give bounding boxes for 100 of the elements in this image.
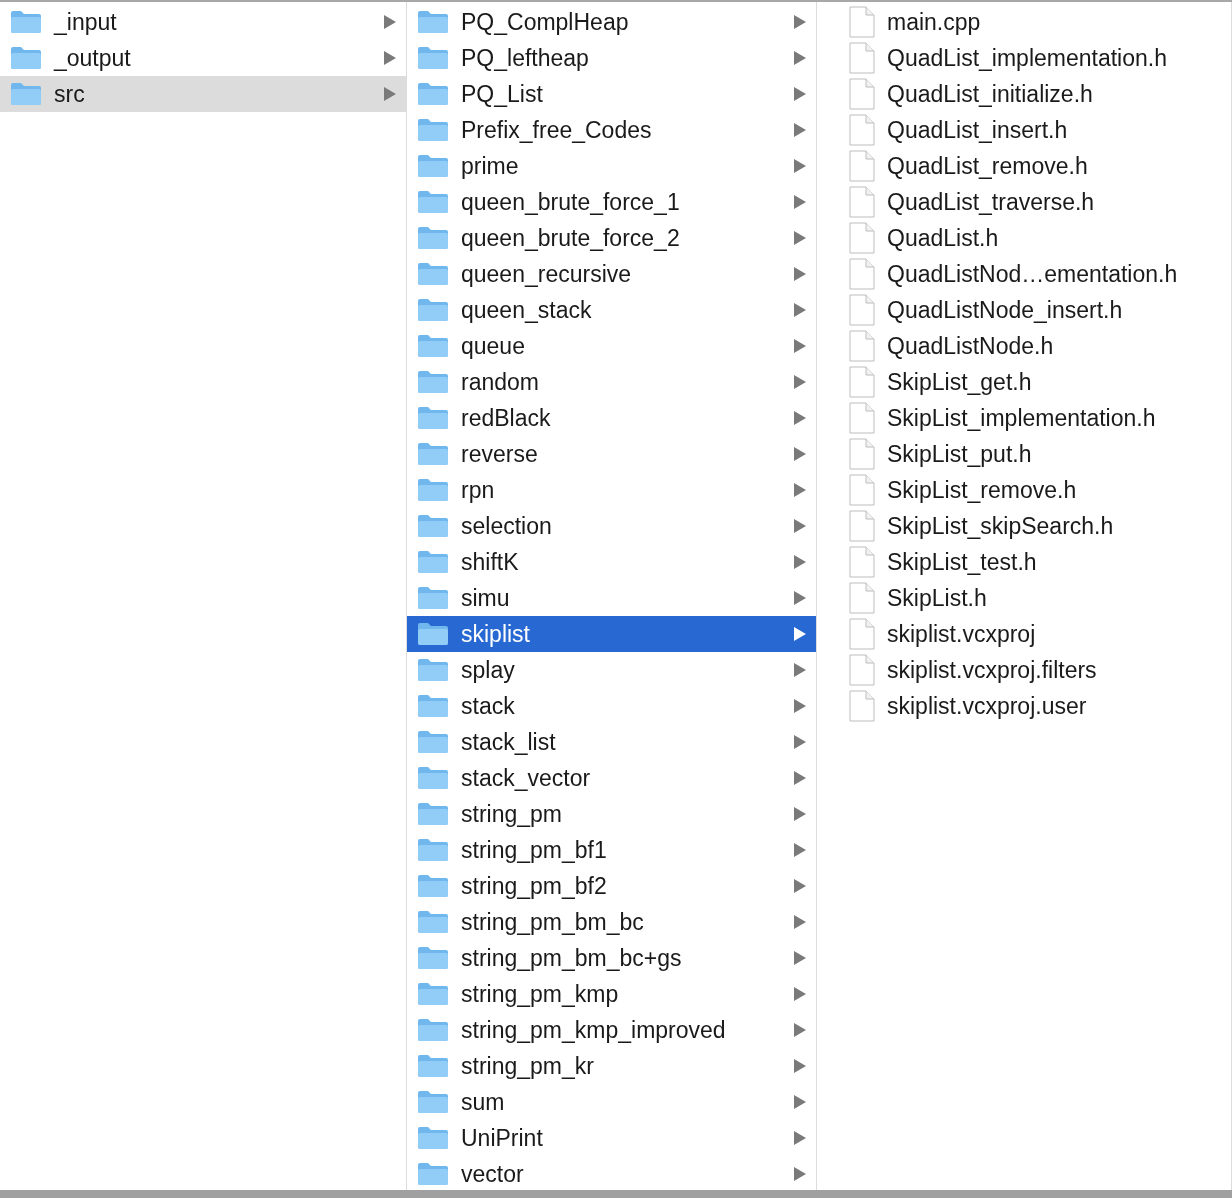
folder-item[interactable]: _output	[0, 40, 406, 76]
disclosure-arrow-icon[interactable]	[794, 15, 806, 29]
file-item[interactable]: QuadList_remove.h	[817, 148, 1231, 184]
folder-item[interactable]: queen_brute_force_1	[407, 184, 816, 220]
file-item[interactable]: SkipList_implementation.h	[817, 400, 1231, 436]
disclosure-arrow-icon[interactable]	[794, 663, 806, 677]
folder-item[interactable]: random	[407, 364, 816, 400]
folder-icon	[417, 442, 449, 466]
disclosure-arrow-icon[interactable]	[794, 591, 806, 605]
file-item[interactable]: QuadListNod…ementation.h	[817, 256, 1231, 292]
folder-item[interactable]: splay	[407, 652, 816, 688]
folder-item[interactable]: string_pm_bm_bc	[407, 904, 816, 940]
disclosure-arrow-icon[interactable]	[384, 15, 396, 29]
folder-item[interactable]: rpn	[407, 472, 816, 508]
file-item[interactable]: main.cpp	[817, 4, 1231, 40]
file-item[interactable]: QuadListNode.h	[817, 328, 1231, 364]
file-item[interactable]: skiplist.vcxproj.user	[817, 688, 1231, 724]
folder-item[interactable]: sum	[407, 1084, 816, 1120]
disclosure-arrow-icon[interactable]	[794, 771, 806, 785]
disclosure-arrow-icon[interactable]	[794, 51, 806, 65]
folder-item[interactable]: simu	[407, 580, 816, 616]
disclosure-arrow-icon[interactable]	[794, 375, 806, 389]
folder-item[interactable]: stack_vector	[407, 760, 816, 796]
folder-item[interactable]: PQ_leftheap	[407, 40, 816, 76]
disclosure-arrow-icon[interactable]	[794, 123, 806, 137]
folder-item[interactable]: PQ_List	[407, 76, 816, 112]
folder-item[interactable]: shiftK	[407, 544, 816, 580]
disclosure-arrow-icon[interactable]	[794, 735, 806, 749]
disclosure-arrow-icon[interactable]	[794, 879, 806, 893]
folder-item[interactable]: src	[0, 76, 406, 112]
disclosure-arrow-icon[interactable]	[794, 519, 806, 533]
folder-item[interactable]: string_pm_bf2	[407, 868, 816, 904]
folder-item[interactable]: vector	[407, 1156, 816, 1192]
folder-item[interactable]: redBlack	[407, 400, 816, 436]
document-icon	[849, 618, 875, 650]
disclosure-arrow-icon[interactable]	[794, 483, 806, 497]
folder-icon	[417, 982, 449, 1006]
disclosure-arrow-icon[interactable]	[794, 843, 806, 857]
disclosure-arrow-icon[interactable]	[794, 1059, 806, 1073]
disclosure-arrow-icon[interactable]	[794, 447, 806, 461]
file-item[interactable]: SkipList_remove.h	[817, 472, 1231, 508]
file-item[interactable]: SkipList_put.h	[817, 436, 1231, 472]
folder-item[interactable]: string_pm_kmp	[407, 976, 816, 1012]
disclosure-arrow-icon[interactable]	[794, 411, 806, 425]
file-item[interactable]: QuadList_insert.h	[817, 112, 1231, 148]
folder-item[interactable]: UniPrint	[407, 1120, 816, 1156]
disclosure-arrow-icon[interactable]	[794, 555, 806, 569]
disclosure-arrow-icon[interactable]	[794, 303, 806, 317]
disclosure-arrow-icon[interactable]	[794, 1167, 806, 1181]
folder-item[interactable]: Prefix_free_Codes	[407, 112, 816, 148]
disclosure-arrow-icon[interactable]	[794, 267, 806, 281]
folder-item[interactable]: queue	[407, 328, 816, 364]
file-item[interactable]: QuadList.h	[817, 220, 1231, 256]
folder-item[interactable]: string_pm_kr	[407, 1048, 816, 1084]
folder-item[interactable]: prime	[407, 148, 816, 184]
folder-item[interactable]: skiplist	[407, 616, 816, 652]
disclosure-arrow-icon[interactable]	[794, 699, 806, 713]
folder-item[interactable]: reverse	[407, 436, 816, 472]
disclosure-arrow-icon[interactable]	[794, 1131, 806, 1145]
disclosure-arrow-icon[interactable]	[794, 231, 806, 245]
disclosure-arrow-icon[interactable]	[794, 159, 806, 173]
disclosure-arrow-icon[interactable]	[794, 1095, 806, 1109]
file-item[interactable]: skiplist.vcxproj.filters	[817, 652, 1231, 688]
disclosure-arrow-icon[interactable]	[794, 807, 806, 821]
folder-item[interactable]: queen_brute_force_2	[407, 220, 816, 256]
file-item[interactable]: QuadList_implementation.h	[817, 40, 1231, 76]
folder-item[interactable]: queen_recursive	[407, 256, 816, 292]
file-item[interactable]: QuadListNode_insert.h	[817, 292, 1231, 328]
item-name: SkipList_skipSearch.h	[887, 512, 1115, 540]
folder-icon	[417, 46, 449, 70]
disclosure-arrow-icon[interactable]	[384, 51, 396, 65]
file-item[interactable]: SkipList_get.h	[817, 364, 1231, 400]
disclosure-arrow-icon[interactable]	[794, 195, 806, 209]
folder-icon	[417, 262, 449, 286]
disclosure-arrow-icon[interactable]	[794, 87, 806, 101]
folder-item[interactable]: string_pm_bf1	[407, 832, 816, 868]
file-item[interactable]: SkipList.h	[817, 580, 1231, 616]
folder-item[interactable]: _input	[0, 4, 406, 40]
disclosure-arrow-icon[interactable]	[794, 915, 806, 929]
folder-item[interactable]: queen_stack	[407, 292, 816, 328]
folder-item[interactable]: stack_list	[407, 724, 816, 760]
folder-item[interactable]: stack	[407, 688, 816, 724]
file-item[interactable]: QuadList_initialize.h	[817, 76, 1231, 112]
folder-item[interactable]: string_pm_kmp_improved	[407, 1012, 816, 1048]
file-item[interactable]: SkipList_skipSearch.h	[817, 508, 1231, 544]
disclosure-arrow-icon[interactable]	[794, 987, 806, 1001]
item-name: shiftK	[461, 548, 520, 576]
file-item[interactable]: SkipList_test.h	[817, 544, 1231, 580]
folder-item[interactable]: string_pm	[407, 796, 816, 832]
disclosure-arrow-icon[interactable]	[794, 1023, 806, 1037]
folder-item[interactable]: PQ_ComplHeap	[407, 4, 816, 40]
folder-item[interactable]: string_pm_bm_bc+gs	[407, 940, 816, 976]
disclosure-arrow-icon[interactable]	[794, 951, 806, 965]
file-item[interactable]: QuadList_traverse.h	[817, 184, 1231, 220]
file-item[interactable]: skiplist.vcxproj	[817, 616, 1231, 652]
scrollbar[interactable]	[0, 1190, 1232, 1198]
disclosure-arrow-icon[interactable]	[794, 339, 806, 353]
disclosure-arrow-icon[interactable]	[384, 87, 396, 101]
disclosure-arrow-icon[interactable]	[794, 627, 806, 641]
folder-item[interactable]: selection	[407, 508, 816, 544]
